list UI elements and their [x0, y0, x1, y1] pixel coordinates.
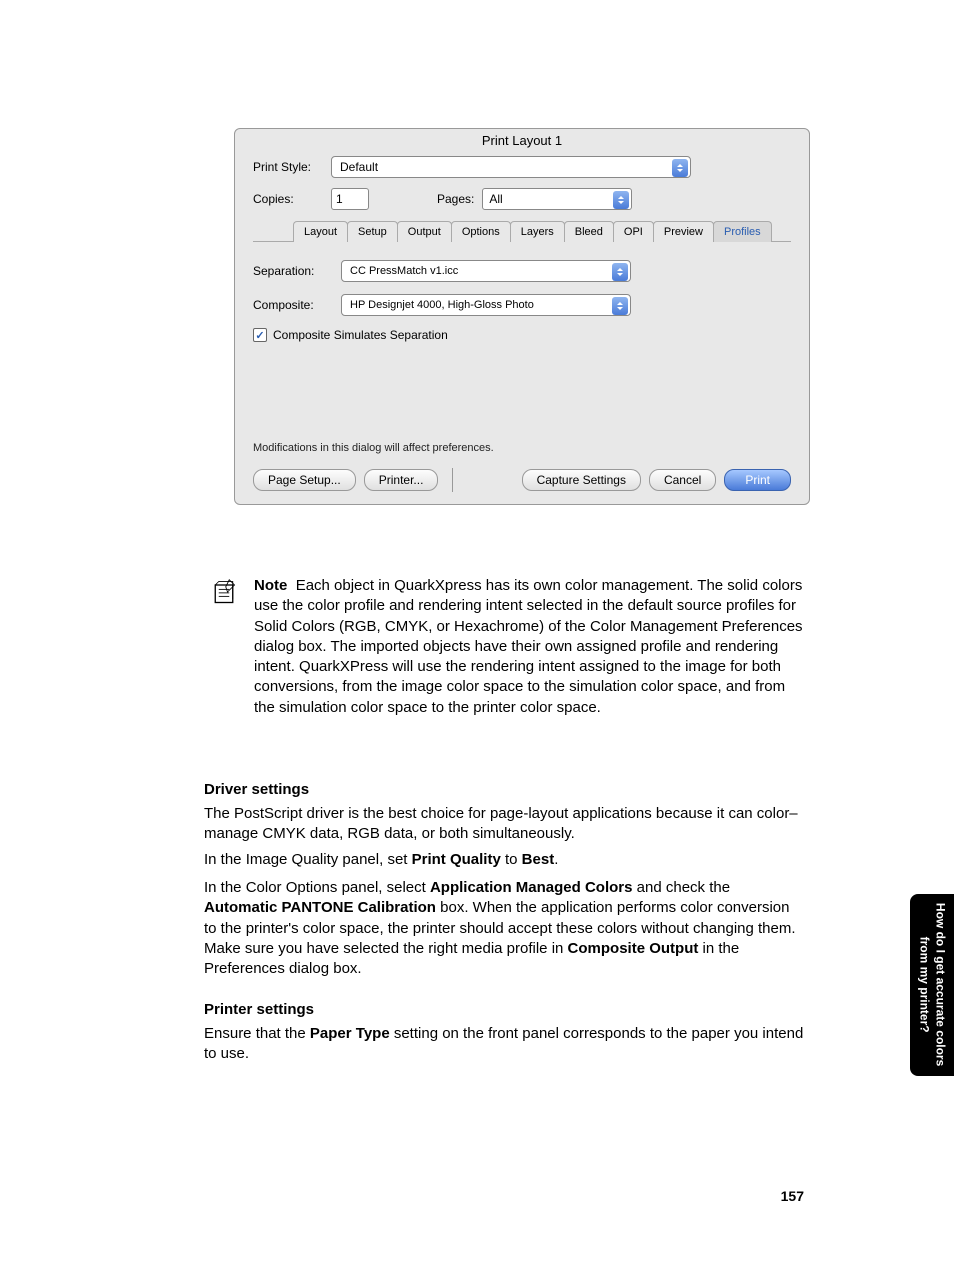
copies-input[interactable]: 1: [331, 188, 369, 210]
pages-input[interactable]: All: [482, 188, 632, 210]
pages-label: Pages:: [437, 192, 474, 206]
dialog-title: Print Layout 1: [235, 129, 809, 156]
dialog-tabs: Layout Setup Output Options Layers Bleed…: [293, 220, 791, 241]
driver-p3: In the Color Options panel, select Appli…: [204, 878, 806, 979]
page-setup-button[interactable]: Page Setup...: [253, 469, 356, 491]
note-block: Note Each object in QuarkXpress has its …: [210, 576, 806, 718]
tab-preview[interactable]: Preview: [653, 221, 714, 242]
chevron-updown-icon: [612, 297, 628, 315]
divider: [452, 468, 453, 492]
tab-opi[interactable]: OPI: [613, 221, 654, 242]
composite-simulates-checkbox[interactable]: ✓: [253, 328, 267, 342]
tab-layers[interactable]: Layers: [510, 221, 565, 242]
composite-label: Composite:: [253, 298, 331, 312]
tab-options[interactable]: Options: [451, 221, 511, 242]
side-tab-line2: from my printer?: [918, 937, 932, 1033]
note-body: Each object in QuarkXpress has its own c…: [254, 577, 803, 716]
chevron-updown-icon: [613, 191, 629, 209]
chevron-updown-icon: [672, 159, 688, 177]
print-style-value: Default: [340, 160, 378, 174]
cancel-button[interactable]: Cancel: [649, 469, 716, 491]
print-style-label: Print Style:: [253, 160, 323, 174]
note-label: Note: [254, 577, 287, 594]
side-tab-line1: How do I get accurate colors: [934, 903, 948, 1066]
tab-setup[interactable]: Setup: [347, 221, 398, 242]
driver-p1: The PostScript driver is the best choice…: [204, 804, 806, 845]
print-dialog: Print Layout 1 Print Style: Default Copi…: [234, 128, 810, 505]
separation-value: CC PressMatch v1.icc: [350, 265, 458, 277]
composite-select[interactable]: HP Designjet 4000, High-Gloss Photo: [341, 294, 631, 316]
profiles-panel: Separation: CC PressMatch v1.icc Composi…: [253, 241, 791, 454]
capture-settings-button[interactable]: Capture Settings: [522, 469, 641, 491]
driver-settings-heading: Driver settings: [204, 780, 806, 800]
tab-output[interactable]: Output: [397, 221, 452, 242]
form-area: Print Style: Default Copies: 1 Pages: Al…: [235, 156, 809, 454]
composite-value: HP Designjet 4000, High-Gloss Photo: [350, 299, 534, 311]
composite-simulates-label: Composite Simulates Separation: [273, 328, 448, 342]
note-text: Note Each object in QuarkXpress has its …: [254, 576, 806, 718]
note-icon: [210, 578, 238, 606]
driver-p2: In the Image Quality panel, set Print Qu…: [204, 850, 806, 870]
chevron-updown-icon: [612, 263, 628, 281]
copies-value: 1: [336, 192, 343, 206]
separation-label: Separation:: [253, 264, 331, 278]
printer-button[interactable]: Printer...: [364, 469, 439, 491]
tab-profiles[interactable]: Profiles: [713, 221, 772, 242]
page-number: 157: [781, 1188, 804, 1204]
side-tab: How do I get accurate colors from my pri…: [910, 894, 954, 1076]
dialog-footnote: Modifications in this dialog will affect…: [253, 442, 791, 454]
tab-bleed[interactable]: Bleed: [564, 221, 614, 242]
print-button[interactable]: Print: [724, 469, 791, 491]
tab-layout[interactable]: Layout: [293, 221, 348, 242]
pages-value: All: [489, 192, 502, 206]
copies-label: Copies:: [253, 192, 323, 206]
separation-select[interactable]: CC PressMatch v1.icc: [341, 260, 631, 282]
printer-p1: Ensure that the Paper Type setting on th…: [204, 1024, 806, 1065]
printer-settings-heading: Printer settings: [204, 1000, 806, 1020]
print-style-select[interactable]: Default: [331, 156, 691, 178]
dialog-button-row: Page Setup... Printer... Capture Setting…: [235, 454, 809, 492]
